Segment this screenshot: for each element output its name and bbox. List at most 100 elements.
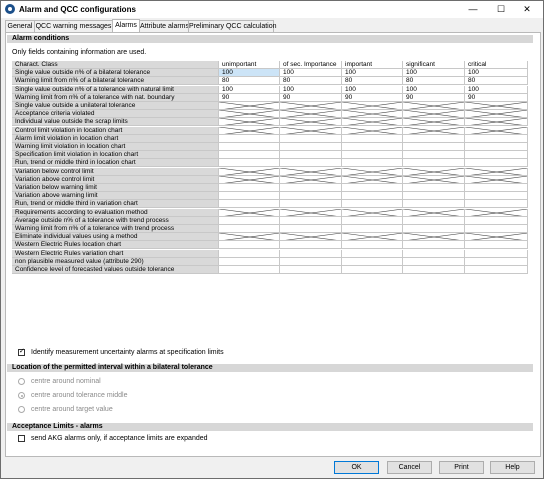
value-cell[interactable] [465, 151, 528, 160]
value-cell[interactable] [342, 134, 403, 143]
value-cell[interactable] [403, 257, 465, 266]
value-cell[interactable]: 90 [280, 93, 342, 102]
value-cell[interactable] [465, 225, 528, 233]
value-cell[interactable] [219, 159, 280, 168]
value-cell[interactable] [403, 184, 465, 192]
radio-centre-target[interactable] [18, 406, 25, 413]
value-cell[interactable]: 90 [219, 93, 280, 102]
value-cell[interactable]: 100 [280, 69, 342, 78]
value-cell[interactable] [342, 225, 403, 233]
value-cell[interactable] [403, 159, 465, 168]
value-cell[interactable]: 100 [219, 69, 280, 78]
value-cell[interactable] [465, 184, 528, 192]
value-cell[interactable] [403, 143, 465, 151]
value-cell[interactable] [465, 241, 528, 250]
value-cell[interactable] [465, 257, 528, 266]
value-cell[interactable]: 90 [403, 93, 465, 102]
value-cell[interactable]: 80 [403, 77, 465, 86]
value-cell[interactable]: 80 [280, 77, 342, 86]
value-cell[interactable] [465, 216, 528, 225]
value-cell[interactable] [280, 184, 342, 192]
value-cell[interactable] [342, 241, 403, 250]
value-cell[interactable] [342, 266, 403, 274]
value-cell[interactable] [219, 249, 280, 258]
value-cell[interactable] [465, 266, 528, 274]
print-button[interactable]: Print [439, 461, 484, 474]
minimize-button[interactable]: — [459, 2, 487, 17]
value-cell[interactable]: 100 [219, 85, 280, 94]
value-cell[interactable] [342, 249, 403, 258]
cancel-button[interactable]: Cancel [387, 461, 432, 474]
tab-general[interactable]: General [5, 20, 35, 32]
help-button[interactable]: Help [490, 461, 535, 474]
value-cell[interactable] [342, 192, 403, 201]
value-cell[interactable] [342, 159, 403, 168]
value-cell[interactable] [465, 159, 528, 168]
value-cell[interactable] [280, 241, 342, 250]
value-cell[interactable] [465, 143, 528, 151]
ok-button[interactable]: OK [334, 461, 379, 474]
value-cell[interactable] [465, 192, 528, 201]
radio-centre-nominal[interactable] [18, 378, 25, 385]
value-cell[interactable] [403, 134, 465, 143]
value-cell[interactable] [280, 143, 342, 151]
value-cell[interactable]: 80 [219, 77, 280, 86]
value-cell[interactable]: 100 [280, 85, 342, 94]
tab-preliminary-qcc-calculation[interactable]: Preliminary QCC calculation [188, 20, 277, 32]
value-cell[interactable]: 100 [465, 69, 528, 78]
value-cell[interactable]: 90 [465, 93, 528, 102]
close-button[interactable]: ✕ [513, 2, 541, 17]
value-cell[interactable] [280, 225, 342, 233]
value-cell[interactable] [403, 241, 465, 250]
value-cell[interactable]: 90 [342, 93, 403, 102]
value-cell[interactable] [403, 266, 465, 274]
value-cell[interactable] [219, 216, 280, 225]
value-cell[interactable] [219, 151, 280, 160]
value-cell[interactable] [280, 134, 342, 143]
tab-attribute-alarms[interactable]: Attribute alarms [139, 20, 189, 32]
value-cell[interactable] [342, 184, 403, 192]
uncertainty-checkbox[interactable] [18, 347, 25, 356]
value-cell[interactable] [280, 151, 342, 160]
value-cell[interactable] [342, 151, 403, 160]
value-cell[interactable] [280, 192, 342, 201]
value-cell[interactable]: 100 [403, 85, 465, 94]
value-cell[interactable] [465, 249, 528, 258]
value-cell[interactable] [403, 192, 465, 201]
value-cell[interactable] [280, 266, 342, 274]
value-cell[interactable] [280, 216, 342, 225]
value-cell[interactable]: 100 [342, 69, 403, 78]
value-cell[interactable] [465, 134, 528, 143]
value-cell[interactable]: 100 [403, 69, 465, 78]
value-cell[interactable] [342, 200, 403, 209]
value-cell[interactable] [403, 249, 465, 258]
akg-alarms-checkbox[interactable] [18, 435, 25, 442]
value-cell[interactable] [280, 159, 342, 168]
value-cell[interactable] [403, 200, 465, 209]
value-cell[interactable] [219, 134, 280, 143]
value-cell[interactable] [219, 143, 280, 151]
value-cell[interactable] [280, 257, 342, 266]
value-cell[interactable] [403, 151, 465, 160]
value-cell[interactable] [219, 184, 280, 192]
value-cell[interactable] [219, 266, 280, 274]
value-cell[interactable] [280, 200, 342, 209]
value-cell[interactable] [342, 257, 403, 266]
value-cell[interactable] [219, 241, 280, 250]
value-cell[interactable] [280, 249, 342, 258]
maximize-button[interactable]: ☐ [487, 2, 515, 17]
radio-centre-tolerance-middle[interactable] [18, 392, 25, 399]
value-cell[interactable] [403, 225, 465, 233]
value-cell[interactable] [219, 192, 280, 201]
value-cell[interactable] [403, 216, 465, 225]
value-cell[interactable] [342, 143, 403, 151]
value-cell[interactable] [219, 225, 280, 233]
tab-qcc-warning-messages[interactable]: QCC warning messages [34, 20, 113, 32]
value-cell[interactable]: 100 [342, 85, 403, 94]
value-cell[interactable] [465, 200, 528, 209]
value-cell[interactable]: 80 [342, 77, 403, 86]
value-cell[interactable] [219, 257, 280, 266]
value-cell[interactable] [342, 216, 403, 225]
value-cell[interactable]: 100 [465, 85, 528, 94]
value-cell[interactable] [219, 200, 280, 209]
